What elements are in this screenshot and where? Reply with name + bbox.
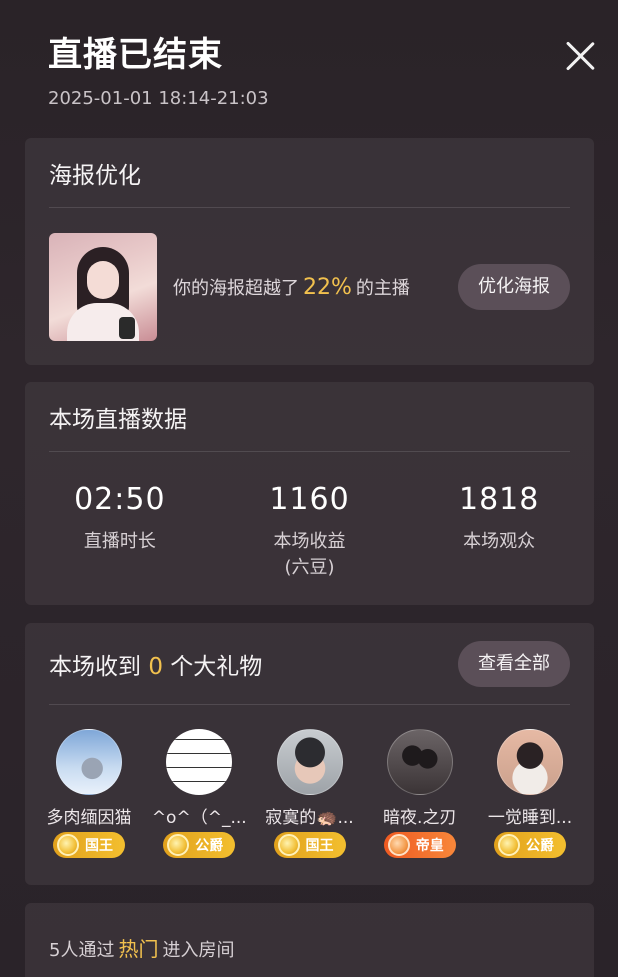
rank-label: 国王 bbox=[305, 838, 334, 854]
entry-source-text: 5人通过 热门 进入房间 bbox=[25, 903, 594, 977]
poster-section-title: 海报优化 bbox=[49, 162, 141, 189]
rank-badge: 国王 bbox=[53, 832, 125, 858]
live-stats-card: 本场直播数据 02:50 直播时长 1160 本场收益 (六豆) 1818 本场… bbox=[25, 382, 594, 605]
rank-coin-icon bbox=[277, 834, 300, 856]
poster-text-before: 你的海报超越了 bbox=[173, 278, 299, 299]
gifter-item[interactable]: 暗夜.之刃 帝皇 bbox=[368, 729, 472, 860]
gifts-title-before: 本场收到 bbox=[49, 653, 141, 680]
poster-percent: 22% bbox=[303, 275, 352, 300]
poster-thumbnail[interactable] bbox=[49, 233, 157, 341]
gift-count: 0 bbox=[148, 653, 163, 680]
gifter-name: 一觉睡到... bbox=[487, 808, 573, 828]
avatar bbox=[276, 729, 343, 795]
rank-label: 公爵 bbox=[195, 838, 224, 854]
entry-source-card: 5人通过 热门 进入房间 bbox=[25, 903, 594, 977]
view-all-button[interactable]: 查看全部 bbox=[458, 640, 570, 687]
stat-label-text: 本场收益 bbox=[273, 531, 346, 552]
stat-value: 1818 bbox=[459, 482, 540, 517]
gifts-title-after: 个大礼物 bbox=[170, 653, 263, 680]
poster-text-after: 的主播 bbox=[355, 278, 410, 299]
live-time-range: 2025-01-01 18:14-21:03 bbox=[48, 88, 269, 109]
stat-duration: 02:50 直播时长 bbox=[25, 482, 215, 581]
page-title: 直播已结束 bbox=[48, 35, 223, 75]
stat-value: 02:50 bbox=[74, 482, 166, 517]
rank-coin-icon bbox=[57, 834, 79, 856]
gifter-list: 多肉缅因猫 国王 ^o^（^_... 公爵 寂寞的🦔... 国王 暗夜.之刃 帝… bbox=[25, 705, 594, 860]
rank-label: 国王 bbox=[85, 838, 113, 854]
rank-badge: 帝皇 bbox=[383, 832, 456, 858]
big-gifts-card: 本场收到 0 个大礼物 查看全部 多肉缅因猫 国王 ^o^（^_... 公爵 寂… bbox=[25, 623, 594, 885]
gifter-item[interactable]: 一觉睡到... 公爵 bbox=[478, 729, 582, 860]
stat-label: 本场收益 (六豆) bbox=[215, 529, 405, 581]
stat-label: 直播时长 bbox=[83, 531, 156, 552]
gifter-item[interactable]: ^o^（^_... 公爵 bbox=[147, 729, 251, 860]
gifter-name: 暗夜.之刃 bbox=[383, 808, 457, 828]
stats-section-title: 本场直播数据 bbox=[49, 406, 187, 433]
hot-link[interactable]: 热门 bbox=[118, 937, 158, 961]
gifter-name: ^o^（^_... bbox=[151, 808, 247, 828]
rank-coin-icon bbox=[498, 834, 520, 856]
stat-value: 1160 bbox=[269, 482, 350, 517]
stat-sublabel: (六豆) bbox=[284, 557, 335, 578]
poster-rank-text: 你的海报超越了 22% 的主播 bbox=[173, 274, 458, 300]
stat-viewers: 1818 本场观众 bbox=[404, 482, 594, 581]
rank-badge: 公爵 bbox=[163, 832, 236, 858]
rank-badge: 国王 bbox=[273, 832, 346, 858]
stat-label: 本场观众 bbox=[463, 531, 536, 552]
rank-label: 公爵 bbox=[526, 838, 554, 854]
gifter-item[interactable]: 寂寞的🦔... 国王 bbox=[258, 729, 362, 860]
close-icon[interactable] bbox=[564, 40, 596, 72]
gifter-name: 多肉缅因猫 bbox=[46, 808, 132, 828]
footer-text-before: 5人通过 bbox=[49, 940, 115, 961]
poster-card: 海报优化 你的海报超越了 22% 的主播 优化海报 bbox=[25, 138, 594, 365]
page-header: 直播已结束 2025-01-01 18:14-21:03 bbox=[48, 32, 608, 122]
gifter-item[interactable]: 多肉缅因猫 国王 bbox=[37, 729, 141, 860]
gifts-section-title: 本场收到 0 个大礼物 bbox=[49, 647, 262, 681]
rank-label: 帝皇 bbox=[415, 838, 444, 854]
stat-income: 1160 本场收益 (六豆) bbox=[215, 482, 405, 581]
rank-badge: 公爵 bbox=[494, 832, 566, 858]
avatar bbox=[497, 729, 563, 795]
avatar bbox=[56, 729, 122, 795]
gifter-name: 寂寞的🦔... bbox=[265, 808, 354, 828]
rank-coin-icon bbox=[167, 834, 190, 856]
avatar bbox=[166, 729, 233, 795]
footer-text-after: 进入房间 bbox=[162, 940, 235, 961]
avatar bbox=[386, 729, 453, 795]
rank-coin-icon bbox=[387, 834, 410, 856]
optimize-poster-button[interactable]: 优化海报 bbox=[458, 264, 570, 310]
